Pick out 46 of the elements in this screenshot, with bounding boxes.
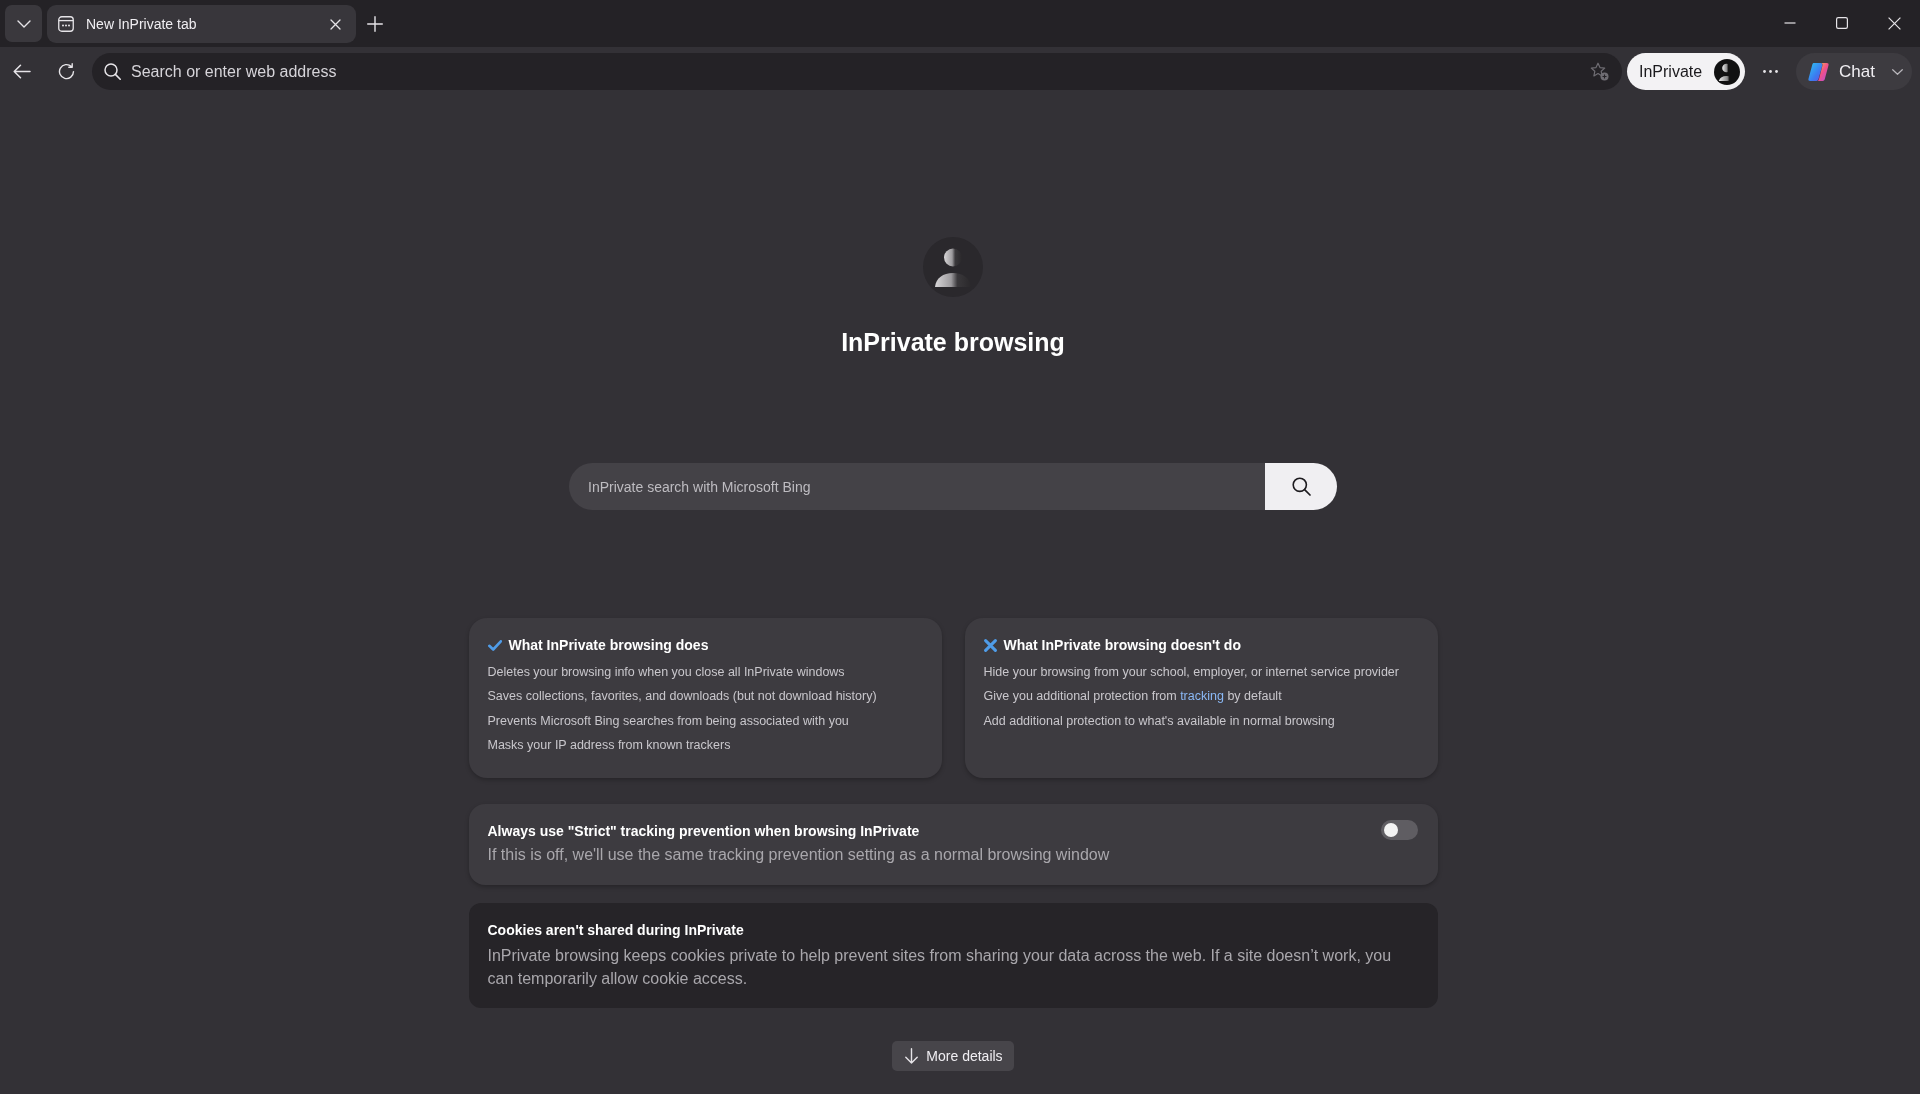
cross-icon	[983, 638, 997, 652]
notice-title: Cookies aren't shared during InPrivate	[487, 921, 744, 940]
chevron-down-icon	[1892, 68, 1903, 75]
search-icon	[104, 63, 121, 80]
address-field[interactable]: Search or enter web address	[131, 62, 1588, 81]
address-bar[interactable]: Search or enter web address	[92, 53, 1622, 90]
browser-tab[interactable]: New InPrivate tab	[47, 5, 356, 43]
setting-description: If this is off, we'll use the same tracking prevention setting as a normal browsing window	[487, 845, 1110, 865]
avatar-icon	[1714, 58, 1740, 85]
minimize-icon	[1784, 22, 1796, 24]
close-icon	[329, 18, 341, 30]
search-button[interactable]	[1265, 463, 1337, 510]
back-arrow-icon	[13, 64, 31, 79]
card-title: What InPrivate browsing doesn't do	[1003, 637, 1241, 653]
toggle-switch[interactable]	[1380, 820, 1418, 840]
chat-logo-icon	[1808, 61, 1830, 82]
maximize-icon	[1836, 17, 1848, 29]
close-icon	[1887, 16, 1901, 30]
more-details-button[interactable]: More details	[892, 1041, 1014, 1071]
person-silhouette-icon	[923, 237, 983, 297]
chat-button[interactable]: Chat	[1796, 53, 1912, 90]
list-item: Masks your IP address from known trackers	[487, 736, 732, 754]
card-title: What InPrivate browsing does	[508, 637, 709, 653]
refresh-icon	[57, 63, 75, 80]
search-field[interactable]: InPrivate search with Microsoft Bing	[569, 463, 1265, 510]
notice-text: InPrivate browsing keeps cookies private to help prevent sites from sharing your data across the web. If a site doesn’t work, you can temporarily allow cookie access.	[487, 946, 1393, 989]
plus-icon	[367, 16, 383, 32]
arrow-down-icon	[905, 1048, 919, 1064]
setting-title: Always use "Strict" tracking prevention when browsing InPrivate	[487, 822, 920, 840]
list-item: Saves collections, favorites, and downloads (but not download history)	[487, 688, 878, 706]
list-item: Give you additional protection from tracking by default	[983, 688, 1283, 706]
tab-page-icon	[58, 16, 74, 32]
page-title: InPrivate browsing	[841, 327, 1065, 357]
star-add-icon	[1589, 62, 1609, 81]
profile-button[interactable]: InPrivate	[1627, 53, 1745, 90]
search-icon	[1291, 477, 1311, 496]
tab-list-button[interactable]	[5, 5, 42, 42]
checkmark-icon	[487, 639, 502, 651]
tracking-link[interactable]: tracking	[1180, 689, 1224, 704]
chevron-down-icon	[16, 19, 31, 28]
list-item: Hide your browsing from your school, employer, or internet service provider	[983, 664, 1400, 681]
list-item: Add additional protection to what's available in normal browsing	[983, 712, 1336, 730]
add-favorite-button[interactable]	[1588, 60, 1610, 83]
list-item: Deletes your browsing info when you close all InPrivate windows	[487, 664, 846, 681]
list-item: Prevents Microsoft Bing searches from being associated with you	[487, 712, 850, 730]
more-dots-icon	[1762, 70, 1778, 73]
